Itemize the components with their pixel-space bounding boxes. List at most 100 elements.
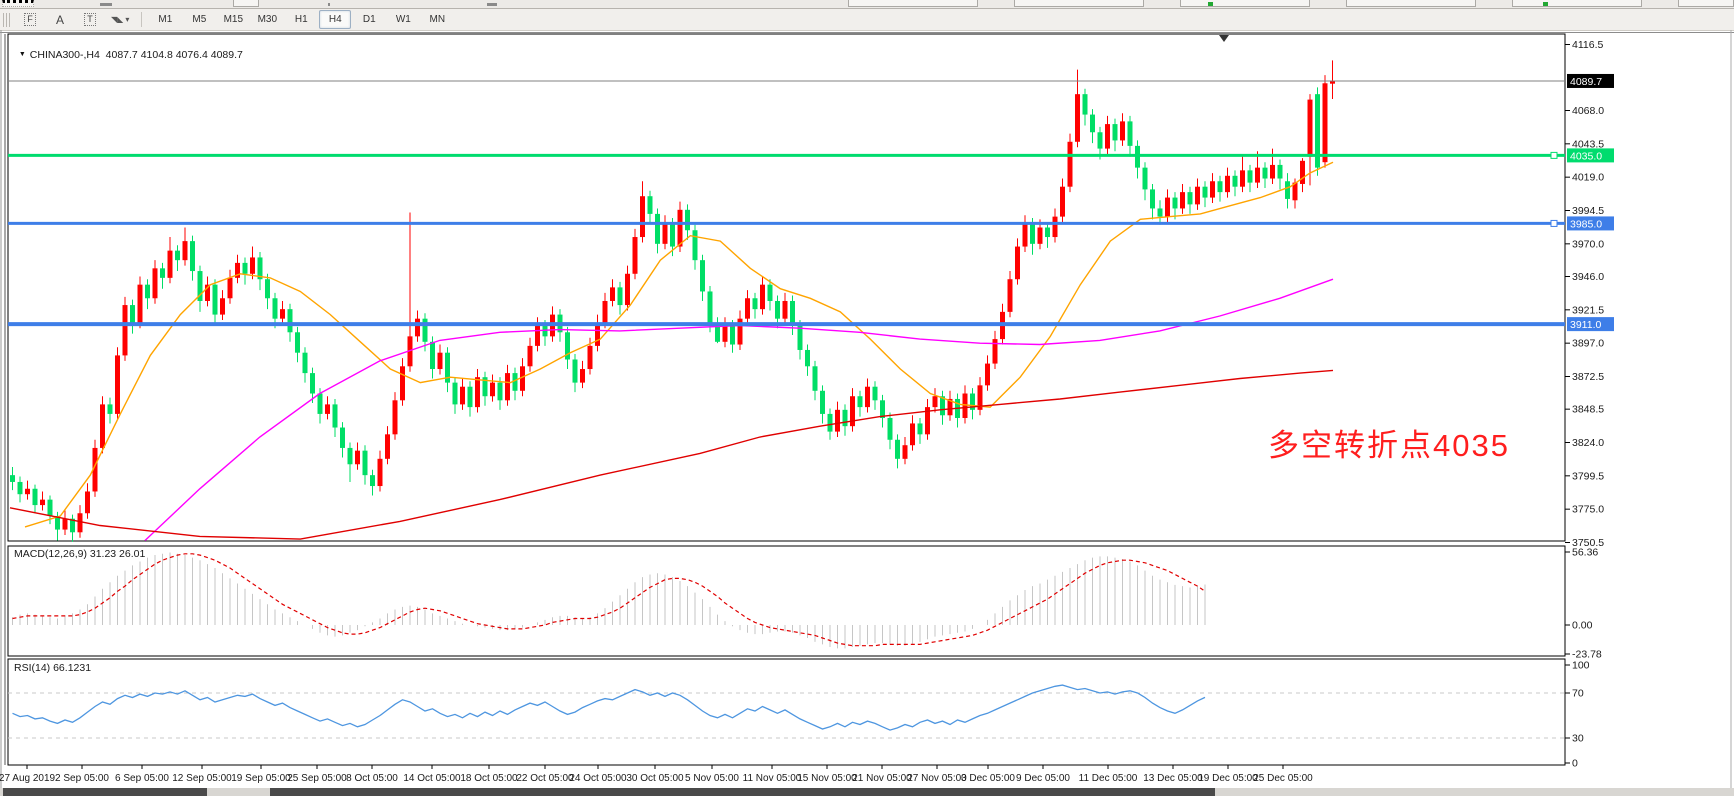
candle-body xyxy=(1083,94,1088,114)
candle-body xyxy=(1188,192,1193,204)
collapse-arrow-icon[interactable]: ▼ xyxy=(19,51,26,58)
time-tick-label: 11 Dec 05:00 xyxy=(1079,773,1138,784)
price-tick-label: 3946.0 xyxy=(1572,271,1604,283)
rsi-tick-label: 0 xyxy=(1572,758,1578,770)
price-tick-label: 3848.5 xyxy=(1572,404,1604,416)
text-label-icon-label: T xyxy=(84,13,96,26)
candle-body xyxy=(310,373,315,393)
candle-body xyxy=(588,346,593,369)
time-tick-label: 5 Nov 05:00 xyxy=(685,773,739,784)
candle-body xyxy=(453,383,458,405)
window-tab-fragment xyxy=(1180,0,1310,7)
toolbar-fragment xyxy=(328,3,330,6)
hline-handle[interactable] xyxy=(1551,152,1557,158)
time-tick-label: 8 Oct 05:00 xyxy=(346,773,398,784)
candle-body xyxy=(918,423,923,434)
timeframe-button-M15[interactable]: M15 xyxy=(217,10,249,29)
mid-ma-line xyxy=(145,279,1333,540)
annotation-text: 多空转折点4035 xyxy=(1268,420,1510,465)
candle-body xyxy=(438,353,443,369)
macd-tick-label: 56.36 xyxy=(1572,547,1598,559)
candle-body xyxy=(1165,198,1170,217)
candle-body xyxy=(430,342,435,369)
candle-body xyxy=(625,274,630,305)
candle-body xyxy=(1120,121,1125,140)
crosshair-arrows-icon[interactable]: ◥◣ ▾ xyxy=(106,10,134,29)
timeframe-button-H4[interactable]: H4 xyxy=(319,10,351,29)
candle-body xyxy=(78,513,83,532)
candle-body xyxy=(693,230,698,260)
timeframe-button-D1[interactable]: D1 xyxy=(353,10,385,29)
candle-body xyxy=(963,394,968,418)
hline-price-tag-text: 3985.0 xyxy=(1570,218,1602,230)
macd-pane: 56.360.00-23.78 xyxy=(13,547,1602,661)
candle-body xyxy=(1233,176,1238,187)
candle-body xyxy=(678,210,683,247)
candle-body xyxy=(835,410,840,432)
candle-body xyxy=(880,400,885,418)
bottom-bar-segment xyxy=(3,788,207,796)
candle-body xyxy=(265,279,270,298)
candle-body xyxy=(1203,187,1208,198)
rsi-tick-label: 100 xyxy=(1572,660,1590,672)
time-tick-label: 18 Oct 05:00 xyxy=(460,773,518,784)
candle-body xyxy=(528,346,533,366)
candle-body xyxy=(18,482,23,494)
crosshair-arrows-glyph: ◥◣ xyxy=(111,15,123,24)
rsi-pane: 10070300 xyxy=(8,660,1590,770)
candle-body xyxy=(220,298,225,314)
macd-indicator-label: MACD(12,26,9) 31.23 26.01 xyxy=(14,548,145,560)
candle-body xyxy=(580,369,585,383)
candle-body xyxy=(1053,217,1058,237)
price-tick-label: 3824.0 xyxy=(1572,437,1604,449)
candle-body xyxy=(1300,161,1305,184)
candle-body xyxy=(685,210,690,230)
font-icon[interactable]: A xyxy=(46,10,74,29)
hline-price-tag-text: 3911.0 xyxy=(1570,319,1601,331)
timeframe-button-MN[interactable]: MN xyxy=(421,10,453,29)
toolbar-grip[interactable] xyxy=(3,13,11,27)
rsi-line xyxy=(13,685,1206,730)
candle-body xyxy=(633,237,638,274)
timeframe-button-M5[interactable]: M5 xyxy=(183,10,215,29)
time-tick-label: 21 Nov 05:00 xyxy=(852,773,912,784)
candle-body xyxy=(1105,124,1110,148)
timeframe-button-H1[interactable]: H1 xyxy=(285,10,317,29)
hline-handle[interactable] xyxy=(1551,220,1557,226)
price-tick-label: 4043.5 xyxy=(1572,138,1604,150)
candle-body xyxy=(1308,100,1313,157)
chart-shift-marker-icon[interactable] xyxy=(1219,35,1229,42)
candle-body xyxy=(63,519,68,530)
candle-body xyxy=(1323,83,1328,162)
grid-profile-icon-label: F xyxy=(24,13,36,26)
window-tab-fragment xyxy=(1512,0,1642,7)
candle-body xyxy=(865,387,870,407)
price-tick-label: 3897.0 xyxy=(1572,338,1604,350)
candle-body xyxy=(325,404,330,414)
candle-body xyxy=(648,196,653,214)
candle-body xyxy=(378,459,383,486)
chart-canvas[interactable]: 4035.03985.03911.04089.74116.54068.04043… xyxy=(0,30,1734,796)
candle-body xyxy=(610,287,615,301)
time-tick-label: 24 Oct 05:00 xyxy=(569,773,627,784)
candle-body xyxy=(393,400,398,434)
time-tick-label: 3 Dec 05:00 xyxy=(961,773,1015,784)
timeframe-button-M30[interactable]: M30 xyxy=(251,10,283,29)
window-tab-fragment xyxy=(1346,0,1476,7)
candle-body xyxy=(303,353,308,373)
candle-body xyxy=(1143,168,1148,190)
candle-body xyxy=(1158,208,1163,216)
timeframe-button-W1[interactable]: W1 xyxy=(387,10,419,29)
chart-ohlc-values: 4087.7 4104.8 4076.4 4089.7 xyxy=(106,49,243,61)
timeframe-button-group: M1M5M15M30H1H4D1W1MN xyxy=(148,10,454,29)
text-label-icon[interactable]: T xyxy=(76,10,104,29)
macd-signal-line xyxy=(13,554,1206,646)
current-price-tag-text: 4089.7 xyxy=(1570,76,1602,88)
window-tab-fragment xyxy=(848,0,978,7)
time-tick-label: 22 Oct 05:00 xyxy=(516,773,574,784)
candle-body xyxy=(603,301,608,323)
price-tick-label: 3970.0 xyxy=(1572,238,1604,250)
candle-body xyxy=(363,451,368,475)
timeframe-button-M1[interactable]: M1 xyxy=(149,10,181,29)
grid-profile-icon[interactable]: F xyxy=(16,10,44,29)
